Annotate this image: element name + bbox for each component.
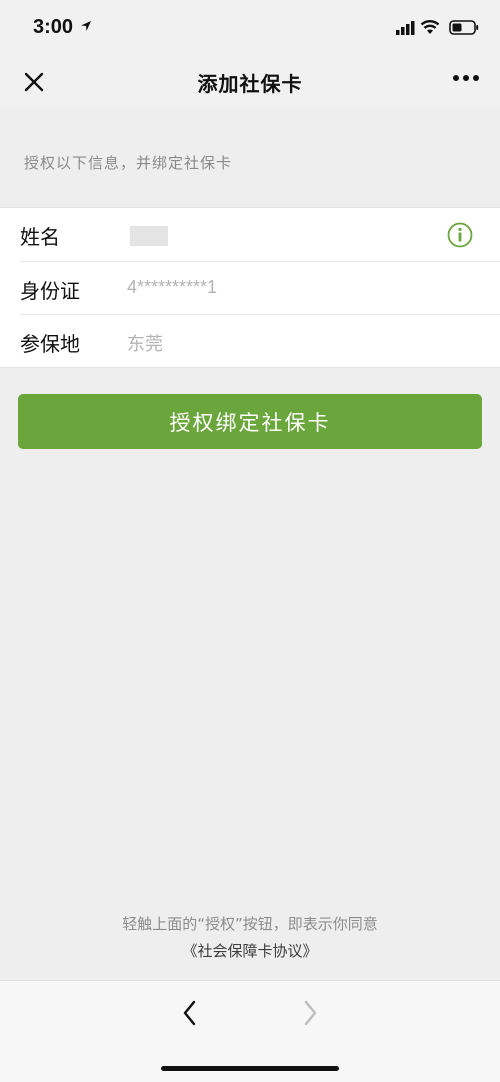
battery-icon [449, 20, 479, 35]
name-label: 姓名 [20, 225, 60, 249]
cellular-signal-icon [396, 21, 415, 35]
authorization-hint: 授权以下信息，并绑定社保卡 [24, 154, 233, 172]
more-icon[interactable] [452, 74, 480, 82]
chevron-right-icon[interactable] [300, 999, 320, 1027]
location-arrow-icon [81, 21, 91, 31]
agreement-notice: 轻触上面的“授权”按钮，即表示你同意 《社会保障卡协议》 [0, 911, 500, 965]
navigation-bar: 添加社保卡 [0, 60, 500, 106]
wifi-icon [420, 20, 440, 34]
bottom-navigation [0, 980, 500, 1082]
status-time: 3:00 [33, 16, 74, 38]
info-icon[interactable] [447, 222, 473, 248]
agreement-text: 轻触上面的“授权”按钮，即表示你同意 [122, 915, 378, 933]
authorize-bind-button[interactable]: 授权绑定社保卡 [18, 394, 482, 449]
id-card-label: 身份证 [20, 279, 80, 303]
insured-location-value: 东莞 [127, 334, 163, 354]
form-row-id-card: 身份证 4**********1 [0, 262, 500, 315]
home-indicator[interactable] [161, 1066, 339, 1071]
status-bar: 3:00 [0, 0, 500, 60]
name-redaction [130, 226, 168, 246]
info-form: 姓名 身份证 4**********1 参保地 东莞 [0, 207, 500, 368]
form-row-insured-location: 参保地 东莞 [0, 315, 500, 368]
chevron-left-icon[interactable] [180, 999, 200, 1027]
id-card-value: 4**********1 [127, 277, 218, 297]
page-title: 添加社保卡 [197, 72, 303, 96]
insured-location-label: 参保地 [20, 332, 80, 356]
form-row-name: 姓名 [0, 208, 500, 261]
agreement-link[interactable]: 《社会保障卡协议》 [0, 938, 500, 965]
